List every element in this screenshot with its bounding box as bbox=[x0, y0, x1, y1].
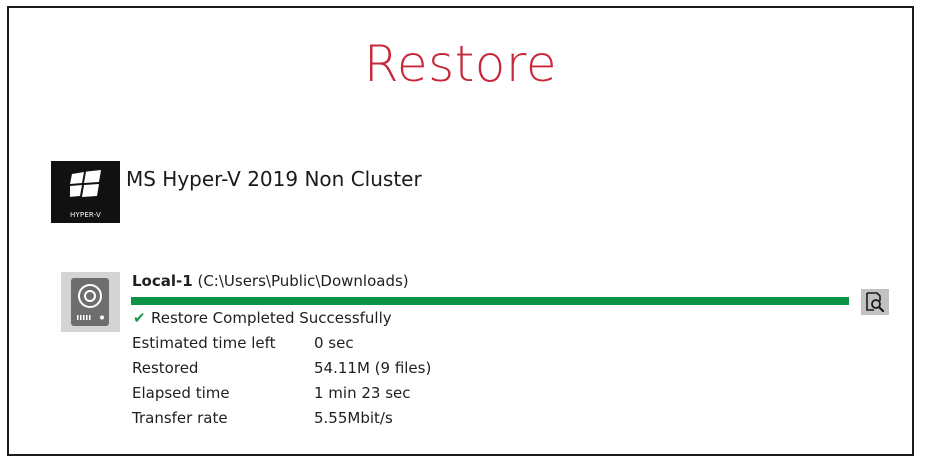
view-log-button[interactable] bbox=[861, 289, 889, 315]
destination-name: Local-1 bbox=[132, 272, 193, 290]
drive-body bbox=[71, 278, 109, 326]
stat-row-estimated-time: Estimated time left 0 sec bbox=[132, 333, 431, 358]
stat-row-transfer-rate: Transfer rate 5.55Mbit/s bbox=[132, 408, 431, 433]
page-title: Restore bbox=[363, 35, 558, 93]
restore-status: ✔ Restore Completed Successfully bbox=[133, 309, 392, 327]
stat-value: 5.55Mbit/s bbox=[314, 409, 393, 427]
destination-path: (C:\Users\Public\Downloads) bbox=[197, 272, 409, 290]
destination-label: Local-1 (C:\Users\Public\Downloads) bbox=[132, 272, 409, 290]
progress-fill bbox=[131, 297, 849, 305]
stat-value: 1 min 23 sec bbox=[314, 384, 411, 402]
stat-label: Restored bbox=[132, 359, 199, 377]
status-text: Restore Completed Successfully bbox=[151, 309, 392, 327]
restore-progress-bar bbox=[131, 297, 849, 305]
stat-value: 54.11M (9 files) bbox=[314, 359, 432, 377]
view-log-icon bbox=[866, 292, 885, 312]
drive-platter-icon bbox=[77, 284, 104, 320]
hyper-v-caption: HYPER-V bbox=[69, 211, 102, 219]
hard-drive-icon bbox=[61, 272, 120, 332]
stat-row-restored: Restored 54.11M (9 files) bbox=[132, 358, 431, 383]
hyper-v-icon: HYPER-V bbox=[51, 161, 120, 223]
stat-label: Elapsed time bbox=[132, 384, 230, 402]
restore-stats: Estimated time left 0 sec Restored 54.11M … bbox=[132, 333, 431, 433]
windows-logo-icon bbox=[70, 170, 101, 197]
check-icon: ✔ bbox=[133, 309, 146, 327]
backup-set-name: MS Hyper-V 2019 Non Cluster bbox=[126, 167, 422, 191]
stat-row-elapsed-time: Elapsed time 1 min 23 sec bbox=[132, 383, 431, 408]
stat-label: Estimated time left bbox=[132, 334, 276, 352]
stat-value: 0 sec bbox=[314, 334, 354, 352]
stat-label: Transfer rate bbox=[132, 409, 228, 427]
